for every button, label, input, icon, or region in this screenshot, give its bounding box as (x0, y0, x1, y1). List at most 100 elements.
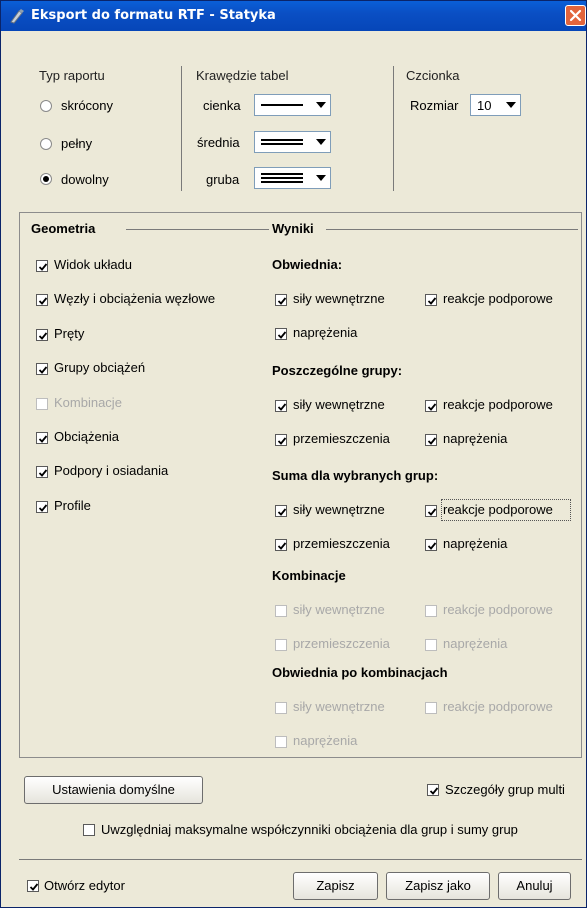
results-item-checkbox[interactable] (425, 400, 437, 412)
results-item-checkbox (425, 605, 437, 617)
results-title: Wyniki (272, 221, 314, 236)
geometry-title: Geometria (31, 221, 96, 236)
report-type-title: Typ raportu (39, 68, 105, 83)
results-item-label: siły wewnętrzne (293, 502, 385, 517)
focus-indicator (441, 499, 571, 521)
save-as-button[interactable]: Zapisz jako (386, 872, 490, 900)
results-item-checkbox[interactable] (425, 434, 437, 446)
geometry-item-checkbox[interactable] (36, 363, 48, 376)
open-editor-label: Otwórz edytor (44, 878, 125, 893)
results-item-checkbox[interactable] (425, 505, 437, 517)
results-item-label: reakcje podporowe (443, 602, 553, 617)
results-item-checkbox[interactable] (275, 294, 287, 306)
checkmark-icon (427, 508, 437, 516)
border-medium-select[interactable] (254, 131, 331, 153)
separator (19, 859, 582, 860)
checkmark-icon (277, 331, 287, 339)
close-icon (569, 9, 582, 22)
results-section-title: Poszczególne grupy: (272, 363, 403, 378)
geometry-item-checkbox[interactable] (36, 294, 48, 307)
checkmark-icon (427, 542, 437, 550)
results-item-checkbox[interactable] (275, 328, 287, 340)
checkmark-icon (277, 403, 287, 411)
chevron-down-icon (316, 139, 326, 145)
title-bar[interactable]: Eksport do formatu RTF - Statyka (1, 1, 586, 31)
border-thin-label: cienka (203, 98, 241, 113)
checkmark-icon (38, 504, 48, 512)
border-thick-label: gruba (206, 172, 240, 187)
geometry-item-label: Kombinacje (54, 394, 122, 410)
results-item-label: naprężenia (293, 325, 358, 340)
results-item-checkbox[interactable] (275, 434, 287, 446)
report-type-full-label: pełny (61, 136, 93, 151)
close-button[interactable] (565, 5, 586, 26)
checkmark-icon (277, 508, 287, 516)
defaults-button[interactable]: Ustawienia domyślne (24, 776, 203, 804)
save-button[interactable]: Zapisz (293, 872, 378, 900)
results-item-label: przemieszczenia (293, 536, 390, 551)
geometry-item-label: Obciążenia (54, 429, 120, 444)
results-item-checkbox (275, 639, 287, 651)
results-item-label: przemieszczenia (293, 636, 390, 651)
results-item-checkbox (425, 702, 437, 714)
checkmark-icon (38, 297, 48, 306)
border-thin-select[interactable] (254, 94, 331, 116)
results-section-title: Obwiednia: (272, 257, 343, 272)
app-icon (10, 9, 24, 24)
border-thick-select[interactable] (254, 167, 331, 189)
results-item-checkbox[interactable] (275, 539, 287, 551)
geometry-item-checkbox[interactable] (36, 260, 48, 272)
results-item-checkbox[interactable] (425, 294, 437, 306)
results-item-checkbox (275, 702, 287, 714)
results-item-label: reakcje podporowe (443, 397, 553, 412)
open-editor-checkbox[interactable] (27, 880, 39, 892)
geometry-item-checkbox[interactable] (36, 432, 48, 444)
max-factors-checkbox[interactable] (83, 824, 95, 836)
results-item-checkbox[interactable] (425, 539, 437, 551)
results-item-label: siły wewnętrzne (293, 291, 385, 306)
separator (181, 66, 182, 191)
results-item-checkbox[interactable] (275, 400, 287, 412)
results-item-checkbox (275, 736, 287, 748)
geometry-item-checkbox[interactable] (36, 500, 48, 513)
content-panel: Geometria Wyniki Widok układu Węzły i obc… (19, 212, 582, 758)
report-type-short-label: skrócony (61, 98, 114, 113)
geometry-item-label: Węzły i obciążenia węzłowe (54, 291, 216, 307)
checkmark-icon (38, 469, 48, 478)
report-type-short-radio[interactable] (40, 100, 52, 112)
font-size-label: Rozmiar (410, 98, 459, 113)
results-item-label: siły wewnętrzne (293, 602, 385, 617)
report-type-custom-label: dowolny (61, 172, 109, 187)
report-type-full-radio[interactable] (40, 138, 52, 150)
checkmark-icon (38, 263, 48, 271)
geometry-item-checkbox[interactable] (36, 466, 48, 479)
checkmark-icon (429, 787, 439, 795)
geometry-item-checkbox[interactable] (36, 328, 48, 341)
checkmark-icon (427, 403, 437, 411)
results-section-title: Suma dla wybranych grup: (272, 468, 439, 483)
separator (393, 66, 394, 191)
chevron-down-icon (316, 102, 326, 108)
geometry-item-label: Profile (54, 497, 91, 513)
border-medium-label: średnia (197, 135, 240, 150)
cancel-button[interactable]: Anuluj (498, 872, 571, 900)
checkmark-icon (427, 437, 437, 445)
font-size-select[interactable]: 10 (470, 94, 521, 116)
geometry-item-checkbox (36, 397, 48, 410)
group-details-label: Szczegóły grup multi (445, 782, 565, 797)
results-item-label: siły wewnętrzne (293, 699, 385, 714)
font-size-value: 10 (477, 98, 492, 113)
results-item-label: siły wewnętrzne (293, 397, 385, 412)
report-type-custom-radio[interactable] (40, 173, 52, 185)
medium-line-icon (261, 143, 303, 145)
results-item-label: przemieszczenia (293, 431, 390, 446)
thin-line-icon (261, 104, 303, 106)
chevron-down-icon (506, 102, 516, 108)
results-item-checkbox (275, 605, 287, 617)
results-item-checkbox[interactable] (275, 505, 287, 517)
checkmark-icon (277, 542, 287, 550)
group-details-checkbox[interactable] (427, 784, 439, 796)
checkmark-icon (38, 332, 48, 340)
table-borders-title: Krawędzie tabel (196, 68, 289, 83)
results-item-label: reakcje podporowe (443, 291, 553, 306)
